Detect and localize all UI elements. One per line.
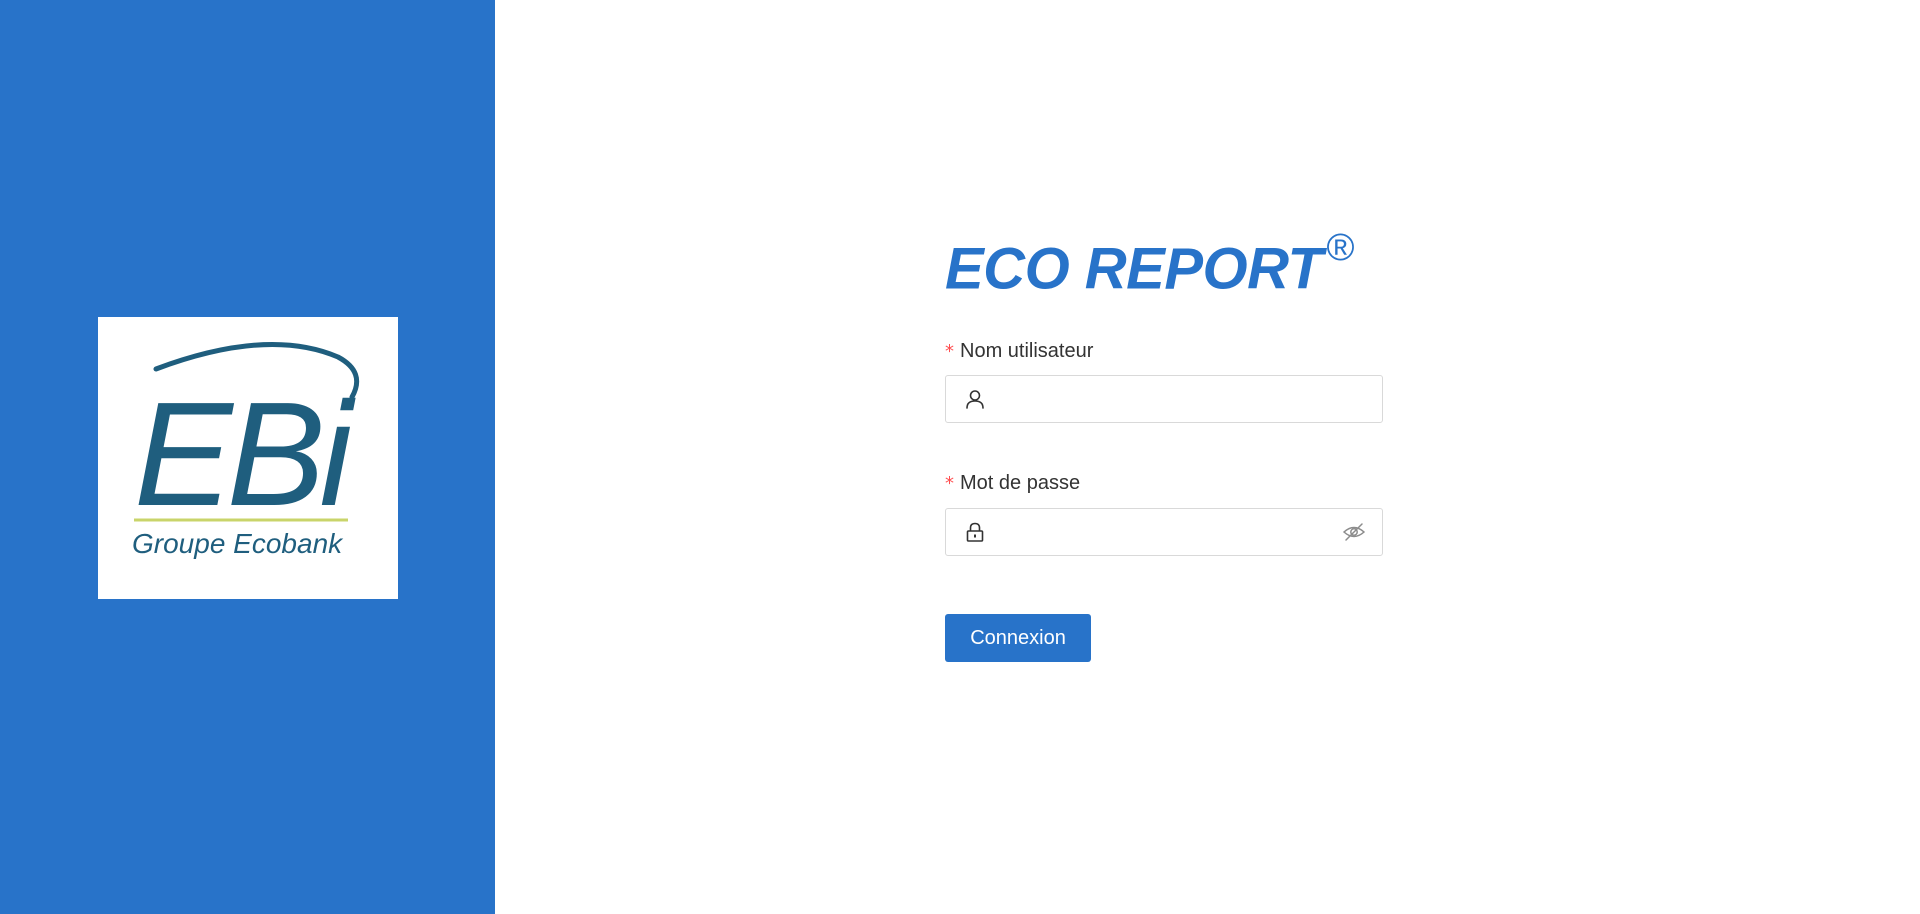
app-title-text: ECO REPORT bbox=[945, 236, 1323, 302]
required-marker: * bbox=[945, 473, 954, 494]
company-logo: EBi Groupe Ecobank bbox=[98, 317, 398, 599]
password-label-text: Mot de passe bbox=[960, 472, 1081, 494]
username-label-text: Nom utilisateur bbox=[960, 340, 1094, 362]
password-field[interactable] bbox=[945, 508, 1383, 556]
password-label: * Mot de passe bbox=[945, 470, 1080, 497]
username-input[interactable] bbox=[998, 376, 1328, 422]
registered-mark: ® bbox=[1326, 227, 1354, 269]
lock-icon bbox=[964, 521, 986, 543]
svg-text:Groupe Ecobank: Groupe Ecobank bbox=[132, 528, 344, 559]
user-icon bbox=[964, 388, 986, 410]
username-label: * Nom utilisateur bbox=[945, 338, 1093, 365]
svg-text:EBi: EBi bbox=[134, 372, 356, 537]
login-form: ECO REPORT ® * Nom utilisateur * Mot de pas… bbox=[945, 220, 1383, 662]
ebi-logo-icon: EBi Groupe Ecobank bbox=[132, 342, 362, 559]
brand-panel: EBi Groupe Ecobank bbox=[0, 0, 495, 914]
username-field[interactable] bbox=[945, 375, 1383, 423]
password-input[interactable] bbox=[998, 509, 1328, 555]
app-title: ECO REPORT ® bbox=[945, 220, 1383, 301]
required-marker: * bbox=[945, 341, 954, 362]
eye-invisible-icon[interactable] bbox=[1342, 521, 1366, 543]
connexion-button[interactable]: Connexion bbox=[945, 614, 1091, 662]
